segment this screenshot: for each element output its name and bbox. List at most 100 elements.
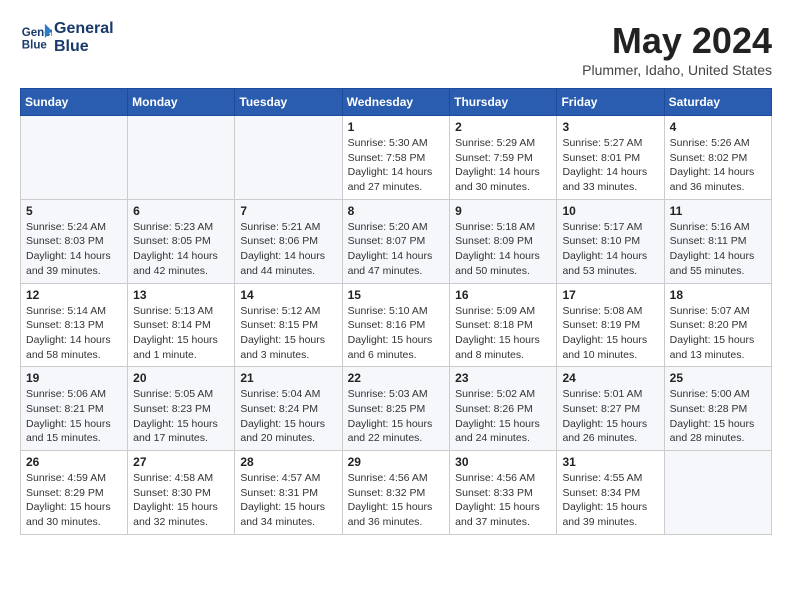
calendar-cell: 31Sunrise: 4:55 AM Sunset: 8:34 PM Dayli… — [557, 451, 664, 535]
day-number: 17 — [562, 288, 658, 302]
day-number: 16 — [455, 288, 551, 302]
day-number: 21 — [240, 371, 336, 385]
day-info: Sunrise: 5:14 AM Sunset: 8:13 PM Dayligh… — [26, 304, 122, 363]
weekday-header-wednesday: Wednesday — [342, 89, 450, 116]
calendar-table: SundayMondayTuesdayWednesdayThursdayFrid… — [20, 88, 772, 535]
day-info: Sunrise: 5:12 AM Sunset: 8:15 PM Dayligh… — [240, 304, 336, 363]
day-info: Sunrise: 5:16 AM Sunset: 8:11 PM Dayligh… — [670, 220, 766, 279]
calendar-cell: 7 Sunrise: 5:21 AM Sunset: 8:06 PM Daylig… — [235, 199, 342, 283]
calendar-cell: 24 Sunrise: 5:01 AM Sunset: 8:27 PM Dayli… — [557, 367, 664, 451]
calendar-cell: 15 Sunrise: 5:10 AM Sunset: 8:16 PM Dayli… — [342, 283, 450, 367]
calendar-cell: 19 Sunrise: 5:06 AM Sunset: 8:21 PM Dayli… — [21, 367, 128, 451]
calendar-cell: 5 Sunrise: 5:24 AM Sunset: 8:03 PM Daylig… — [21, 199, 128, 283]
day-info: Sunrise: 5:30 AM Sunset: 7:58 PM Dayligh… — [348, 136, 445, 195]
calendar-week-2: 5 Sunrise: 5:24 AM Sunset: 8:03 PM Daylig… — [21, 199, 772, 283]
weekday-header-row: SundayMondayTuesdayWednesdayThursdayFrid… — [21, 89, 772, 116]
day-number: 7 — [240, 204, 336, 218]
day-number: 15 — [348, 288, 445, 302]
calendar-week-1: 1 Sunrise: 5:30 AM Sunset: 7:58 PM Daylig… — [21, 116, 772, 200]
weekday-header-monday: Monday — [128, 89, 235, 116]
day-number: 22 — [348, 371, 445, 385]
day-info: Sunrise: 4:59 AM Sunset: 8:29 PM Dayligh… — [26, 471, 122, 530]
calendar-cell: 28Sunrise: 4:57 AM Sunset: 8:31 PM Dayli… — [235, 451, 342, 535]
logo-icon: General Blue — [20, 22, 52, 54]
day-info: Sunrise: 5:02 AM Sunset: 8:26 PM Dayligh… — [455, 387, 551, 446]
day-info: Sunrise: 5:27 AM Sunset: 8:01 PM Dayligh… — [562, 136, 658, 195]
weekday-header-saturday: Saturday — [664, 89, 771, 116]
weekday-header-thursday: Thursday — [450, 89, 557, 116]
calendar-cell — [664, 451, 771, 535]
calendar-cell: 6 Sunrise: 5:23 AM Sunset: 8:05 PM Daylig… — [128, 199, 235, 283]
day-number: 18 — [670, 288, 766, 302]
day-number: 2 — [455, 120, 551, 134]
day-number: 19 — [26, 371, 122, 385]
calendar-cell: 20Sunrise: 5:05 AM Sunset: 8:23 PM Dayli… — [128, 367, 235, 451]
day-number: 10 — [562, 204, 658, 218]
day-info: Sunrise: 5:13 AM Sunset: 8:14 PM Dayligh… — [133, 304, 229, 363]
calendar-cell: 29Sunrise: 4:56 AM Sunset: 8:32 PM Dayli… — [342, 451, 450, 535]
day-number: 30 — [455, 455, 551, 469]
calendar-cell — [235, 116, 342, 200]
calendar-cell — [128, 116, 235, 200]
day-info: Sunrise: 5:06 AM Sunset: 8:21 PM Dayligh… — [26, 387, 122, 446]
day-info: Sunrise: 4:56 AM Sunset: 8:33 PM Dayligh… — [455, 471, 551, 530]
day-info: Sunrise: 5:03 AM Sunset: 8:25 PM Dayligh… — [348, 387, 445, 446]
calendar-week-4: 19 Sunrise: 5:06 AM Sunset: 8:21 PM Dayli… — [21, 367, 772, 451]
calendar-week-5: 26Sunrise: 4:59 AM Sunset: 8:29 PM Dayli… — [21, 451, 772, 535]
calendar-cell: 27 Sunrise: 4:58 AM Sunset: 8:30 PM Dayli… — [128, 451, 235, 535]
calendar-week-3: 12Sunrise: 5:14 AM Sunset: 8:13 PM Dayli… — [21, 283, 772, 367]
calendar-cell: 26Sunrise: 4:59 AM Sunset: 8:29 PM Dayli… — [21, 451, 128, 535]
calendar-cell: 17Sunrise: 5:08 AM Sunset: 8:19 PM Dayli… — [557, 283, 664, 367]
day-info: Sunrise: 5:17 AM Sunset: 8:10 PM Dayligh… — [562, 220, 658, 279]
page-header: General Blue General Blue May 2024 Plumm… — [20, 20, 772, 78]
calendar-cell: 22 Sunrise: 5:03 AM Sunset: 8:25 PM Dayli… — [342, 367, 450, 451]
calendar-cell — [21, 116, 128, 200]
day-number: 8 — [348, 204, 445, 218]
day-info: Sunrise: 5:04 AM Sunset: 8:24 PM Dayligh… — [240, 387, 336, 446]
month-title: May 2024 — [582, 20, 772, 62]
day-number: 14 — [240, 288, 336, 302]
svg-text:Blue: Blue — [22, 39, 48, 51]
day-info: Sunrise: 5:01 AM Sunset: 8:27 PM Dayligh… — [562, 387, 658, 446]
day-number: 13 — [133, 288, 229, 302]
calendar-cell: 11 Sunrise: 5:16 AM Sunset: 8:11 PM Dayli… — [664, 199, 771, 283]
calendar-cell: 30 Sunrise: 4:56 AM Sunset: 8:33 PM Dayli… — [450, 451, 557, 535]
day-number: 5 — [26, 204, 122, 218]
day-number: 24 — [562, 371, 658, 385]
location: Plummer, Idaho, United States — [582, 62, 772, 78]
day-number: 6 — [133, 204, 229, 218]
day-info: Sunrise: 4:56 AM Sunset: 8:32 PM Dayligh… — [348, 471, 445, 530]
calendar-cell: 2 Sunrise: 5:29 AM Sunset: 7:59 PM Daylig… — [450, 116, 557, 200]
weekday-header-tuesday: Tuesday — [235, 89, 342, 116]
day-number: 23 — [455, 371, 551, 385]
calendar-cell: 4Sunrise: 5:26 AM Sunset: 8:02 PM Daylig… — [664, 116, 771, 200]
calendar-cell: 8 Sunrise: 5:20 AM Sunset: 8:07 PM Daylig… — [342, 199, 450, 283]
day-number: 3 — [562, 120, 658, 134]
day-info: Sunrise: 5:23 AM Sunset: 8:05 PM Dayligh… — [133, 220, 229, 279]
calendar-cell: 16Sunrise: 5:09 AM Sunset: 8:18 PM Dayli… — [450, 283, 557, 367]
logo: General Blue General Blue — [20, 20, 114, 55]
day-number: 25 — [670, 371, 766, 385]
calendar-cell: 18Sunrise: 5:07 AM Sunset: 8:20 PM Dayli… — [664, 283, 771, 367]
day-info: Sunrise: 4:55 AM Sunset: 8:34 PM Dayligh… — [562, 471, 658, 530]
day-info: Sunrise: 5:05 AM Sunset: 8:23 PM Dayligh… — [133, 387, 229, 446]
day-info: Sunrise: 5:26 AM Sunset: 8:02 PM Dayligh… — [670, 136, 766, 195]
calendar-cell: 10 Sunrise: 5:17 AM Sunset: 8:10 PM Dayli… — [557, 199, 664, 283]
calendar-cell: 3 Sunrise: 5:27 AM Sunset: 8:01 PM Daylig… — [557, 116, 664, 200]
calendar-cell: 25 Sunrise: 5:00 AM Sunset: 8:28 PM Dayli… — [664, 367, 771, 451]
calendar-cell: 14 Sunrise: 5:12 AM Sunset: 8:15 PM Dayli… — [235, 283, 342, 367]
weekday-header-friday: Friday — [557, 89, 664, 116]
day-info: Sunrise: 5:00 AM Sunset: 8:28 PM Dayligh… — [670, 387, 766, 446]
day-info: Sunrise: 5:24 AM Sunset: 8:03 PM Dayligh… — [26, 220, 122, 279]
day-info: Sunrise: 5:29 AM Sunset: 7:59 PM Dayligh… — [455, 136, 551, 195]
day-info: Sunrise: 5:21 AM Sunset: 8:06 PM Dayligh… — [240, 220, 336, 279]
day-info: Sunrise: 4:57 AM Sunset: 8:31 PM Dayligh… — [240, 471, 336, 530]
day-number: 27 — [133, 455, 229, 469]
calendar-cell: 12Sunrise: 5:14 AM Sunset: 8:13 PM Dayli… — [21, 283, 128, 367]
calendar-cell: 9Sunrise: 5:18 AM Sunset: 8:09 PM Daylig… — [450, 199, 557, 283]
day-info: Sunrise: 5:10 AM Sunset: 8:16 PM Dayligh… — [348, 304, 445, 363]
day-info: Sunrise: 5:20 AM Sunset: 8:07 PM Dayligh… — [348, 220, 445, 279]
day-info: Sunrise: 4:58 AM Sunset: 8:30 PM Dayligh… — [133, 471, 229, 530]
day-number: 1 — [348, 120, 445, 134]
day-number: 11 — [670, 204, 766, 218]
